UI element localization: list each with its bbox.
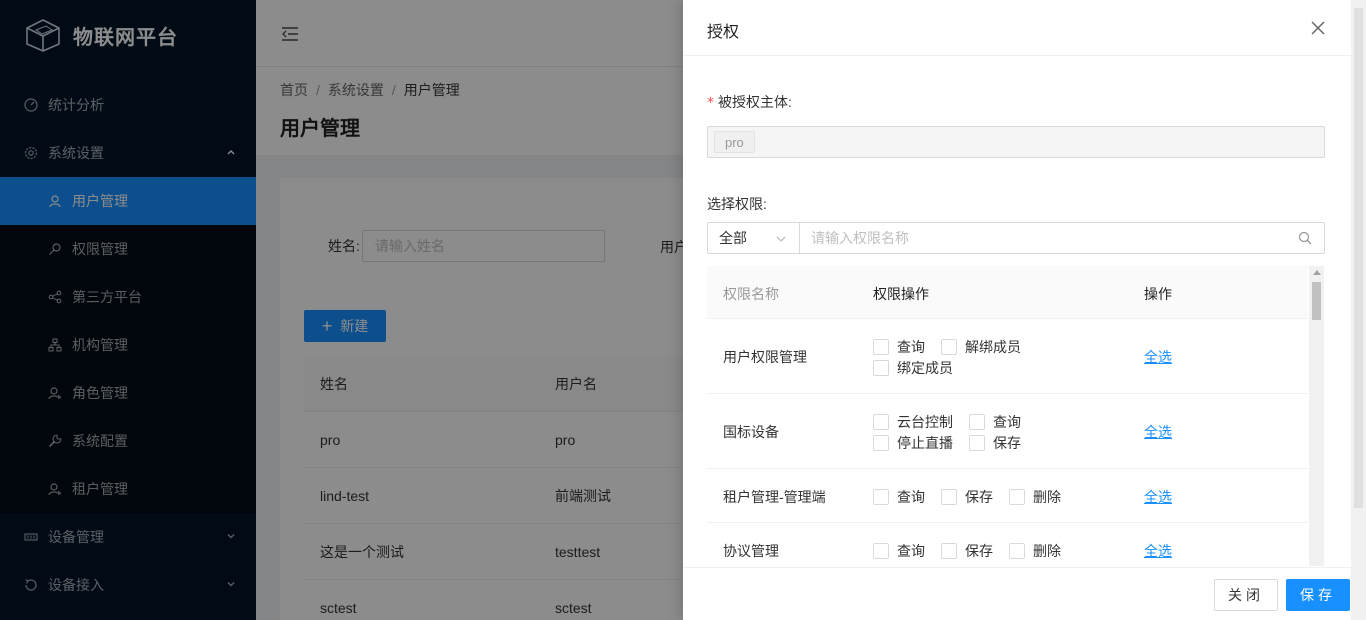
select-all-link[interactable]: 全选 xyxy=(1144,541,1172,561)
search-icon[interactable] xyxy=(1298,231,1312,245)
drawer-footer: 关闭 保存 xyxy=(683,567,1366,620)
permission-checkbox[interactable]: 查询 xyxy=(873,487,925,507)
subject-label-row: * 被授权主体: xyxy=(707,92,1325,112)
subject-select: pro xyxy=(707,126,1325,158)
permission-table-header: 权限名称 权限操作 操作 xyxy=(707,266,1308,319)
permission-row: 协议管理 查询 保存 删除 全选 xyxy=(707,523,1308,566)
drawer-title: 授权 xyxy=(707,24,740,41)
permission-search-input[interactable]: 请输入权限名称 xyxy=(800,222,1325,254)
search-placeholder: 请输入权限名称 xyxy=(811,230,909,246)
perm-label: 选择权限: xyxy=(707,196,767,212)
table-scrollbar[interactable] xyxy=(1309,266,1324,566)
permission-name: 协议管理 xyxy=(723,543,779,559)
close-icon[interactable] xyxy=(1308,18,1328,38)
permission-checkbox[interactable]: 绑定成员 xyxy=(873,358,953,378)
permission-ops: 查询 解绑成员 绑定成员 xyxy=(873,336,1073,378)
permission-checkbox[interactable]: 解绑成员 xyxy=(941,337,1021,357)
column-header-name: 权限名称 xyxy=(723,286,779,302)
chevron-down-icon xyxy=(775,232,787,244)
permission-checkbox[interactable]: 保存 xyxy=(941,487,993,507)
page-scrollbar[interactable] xyxy=(1351,0,1366,620)
permission-name: 国标设备 xyxy=(723,424,779,440)
page-scroll-thumb[interactable] xyxy=(1354,8,1363,508)
permission-row: 用户权限管理 查询 解绑成员 绑定成员 全选 xyxy=(707,319,1308,394)
close-button[interactable]: 关闭 xyxy=(1214,579,1278,611)
permission-checkbox[interactable]: 保存 xyxy=(969,433,1021,453)
drawer-header: 授权 xyxy=(683,0,1366,56)
required-mark: * xyxy=(707,95,714,111)
permission-checkbox[interactable]: 查询 xyxy=(873,337,925,357)
permission-checkbox[interactable]: 删除 xyxy=(1009,487,1061,507)
permission-search-group: 全部 请输入权限名称 xyxy=(707,222,1325,254)
permission-checkbox[interactable]: 查询 xyxy=(969,412,1021,432)
permission-ops: 查询 保存 删除 xyxy=(873,540,1133,561)
permission-filter-select[interactable]: 全部 xyxy=(707,222,800,254)
select-all-link[interactable]: 全选 xyxy=(1144,347,1172,367)
permission-checkbox[interactable]: 查询 xyxy=(873,541,925,561)
column-header-action: 操作 xyxy=(1144,286,1172,302)
permission-checkbox[interactable]: 保存 xyxy=(941,541,993,561)
save-button[interactable]: 保存 xyxy=(1286,579,1350,611)
subject-tag: pro xyxy=(714,131,755,153)
permission-ops: 查询 保存 删除 xyxy=(873,486,1133,507)
permission-table: 权限名称 权限操作 操作 用户权限管理 查询 解绑成员 绑定成员 全选 国标设备… xyxy=(707,266,1308,566)
permission-checkbox[interactable]: 删除 xyxy=(1009,541,1061,561)
select-all-link[interactable]: 全选 xyxy=(1144,487,1172,507)
permission-name: 租户管理-管理端 xyxy=(723,489,826,505)
drawer-body: * 被授权主体: pro 选择权限: 全部 请输入权限名称 xyxy=(707,56,1325,254)
column-header-ops: 权限操作 xyxy=(873,286,929,302)
permission-checkbox[interactable]: 云台控制 xyxy=(873,412,953,432)
permission-checkbox[interactable]: 停止直播 xyxy=(873,433,953,453)
permission-row: 租户管理-管理端 查询 保存 删除 全选 xyxy=(707,469,1308,523)
select-value: 全部 xyxy=(719,230,747,246)
scroll-up-icon[interactable] xyxy=(1313,270,1321,275)
subject-label: 被授权主体: xyxy=(718,94,792,110)
permission-ops: 云台控制 查询 停止直播 保存 xyxy=(873,411,1073,453)
select-all-link[interactable]: 全选 xyxy=(1144,422,1172,442)
permission-row: 国标设备 云台控制 查询 停止直播 保存 全选 xyxy=(707,394,1308,469)
permission-name: 用户权限管理 xyxy=(723,349,807,365)
scroll-thumb[interactable] xyxy=(1312,282,1321,320)
